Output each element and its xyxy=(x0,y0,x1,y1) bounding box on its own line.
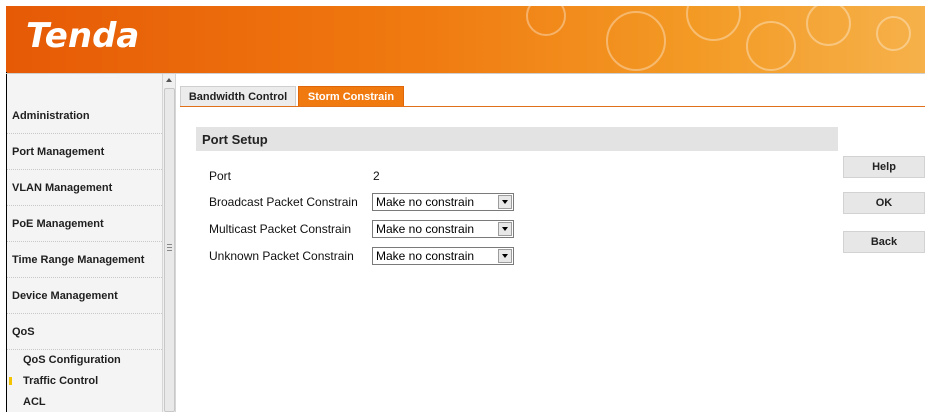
select-value: Make no constrain xyxy=(376,249,475,263)
sidebar-item-label: VLAN Management xyxy=(12,182,113,194)
sidebar-scrollbar[interactable] xyxy=(162,74,176,412)
sidebar-item-label: Port Management xyxy=(12,146,105,158)
dropdown-arrow-icon[interactable] xyxy=(498,195,512,209)
sidebar-item-label: Time Range Management xyxy=(12,254,145,266)
decorative-bubble xyxy=(606,11,666,71)
port-label: Port xyxy=(209,169,232,183)
unknown-constrain-select[interactable]: Make no constrain xyxy=(372,247,514,265)
sidebar-subitem-label: Traffic Control xyxy=(23,375,99,387)
sidebar-item-qos[interactable]: QoS xyxy=(7,315,162,350)
grip-icon xyxy=(167,250,172,251)
help-button[interactable]: Help xyxy=(843,156,925,178)
sidebar-subitem-qos-configuration[interactable]: QoS Configuration xyxy=(7,350,162,370)
decorative-bubble xyxy=(806,6,851,46)
sidebar-item-poe-management[interactable]: PoE Management xyxy=(7,207,162,242)
port-value: 2 xyxy=(373,169,380,183)
multicast-constrain-label: Multicast Packet Constrain xyxy=(209,222,352,236)
scroll-up-arrow-icon[interactable] xyxy=(166,78,172,82)
active-marker-icon xyxy=(9,377,12,385)
sidebar-item-device-management[interactable]: Device Management xyxy=(7,279,162,314)
sidebar-subitem-label: QoS Configuration xyxy=(23,354,121,366)
sidebar-subitem-label: ACL xyxy=(23,396,46,408)
sidebar-item-administration[interactable]: Administration xyxy=(7,99,162,134)
scroll-thumb[interactable] xyxy=(164,88,175,412)
dropdown-arrow-icon[interactable] xyxy=(498,222,512,236)
unknown-constrain-label: Unknown Packet Constrain xyxy=(209,249,354,263)
sidebar-item-time-range-management[interactable]: Time Range Management xyxy=(7,243,162,278)
tenda-logo: Tenda xyxy=(26,16,140,56)
sidebar-item-label: Device Management xyxy=(12,290,118,302)
tab-underline xyxy=(180,106,925,107)
section-title: Port Setup xyxy=(196,127,838,151)
sidebar-subitem-traffic-control[interactable]: Traffic Control xyxy=(7,371,162,391)
grip-icon xyxy=(167,244,172,245)
grip-icon xyxy=(167,247,172,248)
sidebar-menu: Administration Port Management VLAN Mana… xyxy=(7,74,162,412)
decorative-bubble xyxy=(686,6,741,41)
select-value: Make no constrain xyxy=(376,222,475,236)
sidebar-item-label: QoS xyxy=(12,326,35,338)
sidebar-subitem-acl[interactable]: ACL xyxy=(7,392,162,412)
back-button[interactable]: Back xyxy=(843,231,925,253)
header-banner: Tenda xyxy=(6,6,925,73)
decorative-bubble xyxy=(746,21,796,71)
sidebar-item-vlan-management[interactable]: VLAN Management xyxy=(7,171,162,206)
select-value: Make no constrain xyxy=(376,195,475,209)
dropdown-arrow-icon[interactable] xyxy=(498,249,512,263)
decorative-bubble xyxy=(876,16,911,51)
broadcast-constrain-label: Broadcast Packet Constrain xyxy=(209,195,358,209)
multicast-constrain-select[interactable]: Make no constrain xyxy=(372,220,514,238)
decorative-bubble xyxy=(526,6,566,36)
sidebar-item-port-management[interactable]: Port Management xyxy=(7,135,162,170)
broadcast-constrain-select[interactable]: Make no constrain xyxy=(372,193,514,211)
ok-button[interactable]: OK xyxy=(843,192,925,214)
tab-bandwidth-control[interactable]: Bandwidth Control xyxy=(180,86,296,107)
sidebar-item-label: Administration xyxy=(12,110,90,122)
sidebar-item-label: PoE Management xyxy=(12,218,104,230)
tab-storm-constrain[interactable]: Storm Constrain xyxy=(298,86,404,107)
